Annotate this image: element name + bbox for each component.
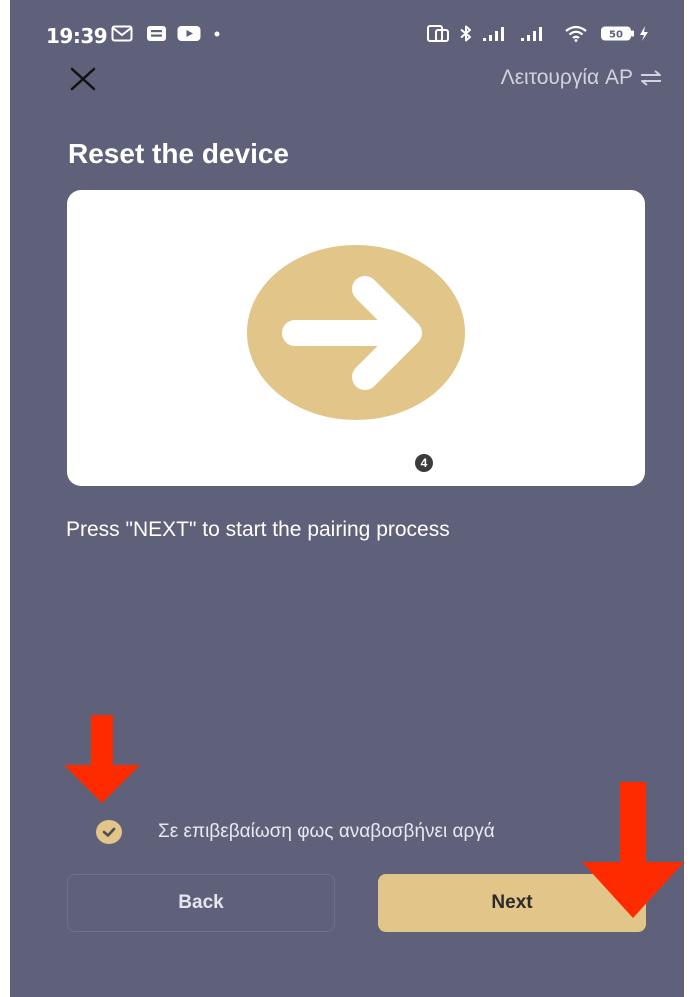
page-title: Reset the device	[68, 138, 289, 169]
back-button[interactable]: Back	[67, 874, 335, 932]
wifi-icon	[565, 25, 587, 42]
step-indicator: 4	[415, 454, 433, 472]
charging-icon	[640, 26, 648, 41]
mail-icon	[111, 25, 133, 42]
screen-mirror-icon	[427, 25, 449, 42]
video-app-icon	[177, 26, 201, 41]
signal-sim2-icon	[521, 27, 542, 41]
swap-arrows-icon	[641, 70, 661, 86]
more-notifications-dot-icon	[214, 31, 220, 37]
signal-sim1-icon	[483, 27, 504, 41]
instruction-text: Press "NEXT" to start the pairing proces…	[66, 518, 450, 541]
arrow-right-icon	[247, 245, 465, 420]
illustration-card: 4	[67, 190, 645, 486]
ap-mode-toggle[interactable]: Λειτουργία AP	[501, 66, 662, 90]
confirm-checkbox-row[interactable]: Σε επιβεβαίωση φως αναβοσβήνει αργά	[96, 820, 495, 844]
checkbox-checked-icon[interactable]	[96, 820, 122, 844]
message-icon	[147, 26, 166, 41]
battery-level: 50	[609, 30, 623, 41]
ap-mode-label: Λειτουργία AP	[500, 66, 633, 89]
close-icon[interactable]	[68, 64, 98, 94]
status-time: 19:39	[46, 24, 108, 48]
annotation-arrow-down-icon	[64, 715, 140, 803]
status-bar: 19:39 50	[10, 0, 684, 64]
bluetooth-icon	[460, 25, 471, 42]
battery-icon: 50	[601, 26, 634, 41]
annotation-arrow-down-icon	[582, 782, 684, 918]
confirm-label: Σε επιβεβαίωση φως αναβοσβήνει αργά	[158, 821, 495, 842]
app-screen: 19:39 50 Λειτουργία AP Reset the device …	[10, 0, 684, 997]
